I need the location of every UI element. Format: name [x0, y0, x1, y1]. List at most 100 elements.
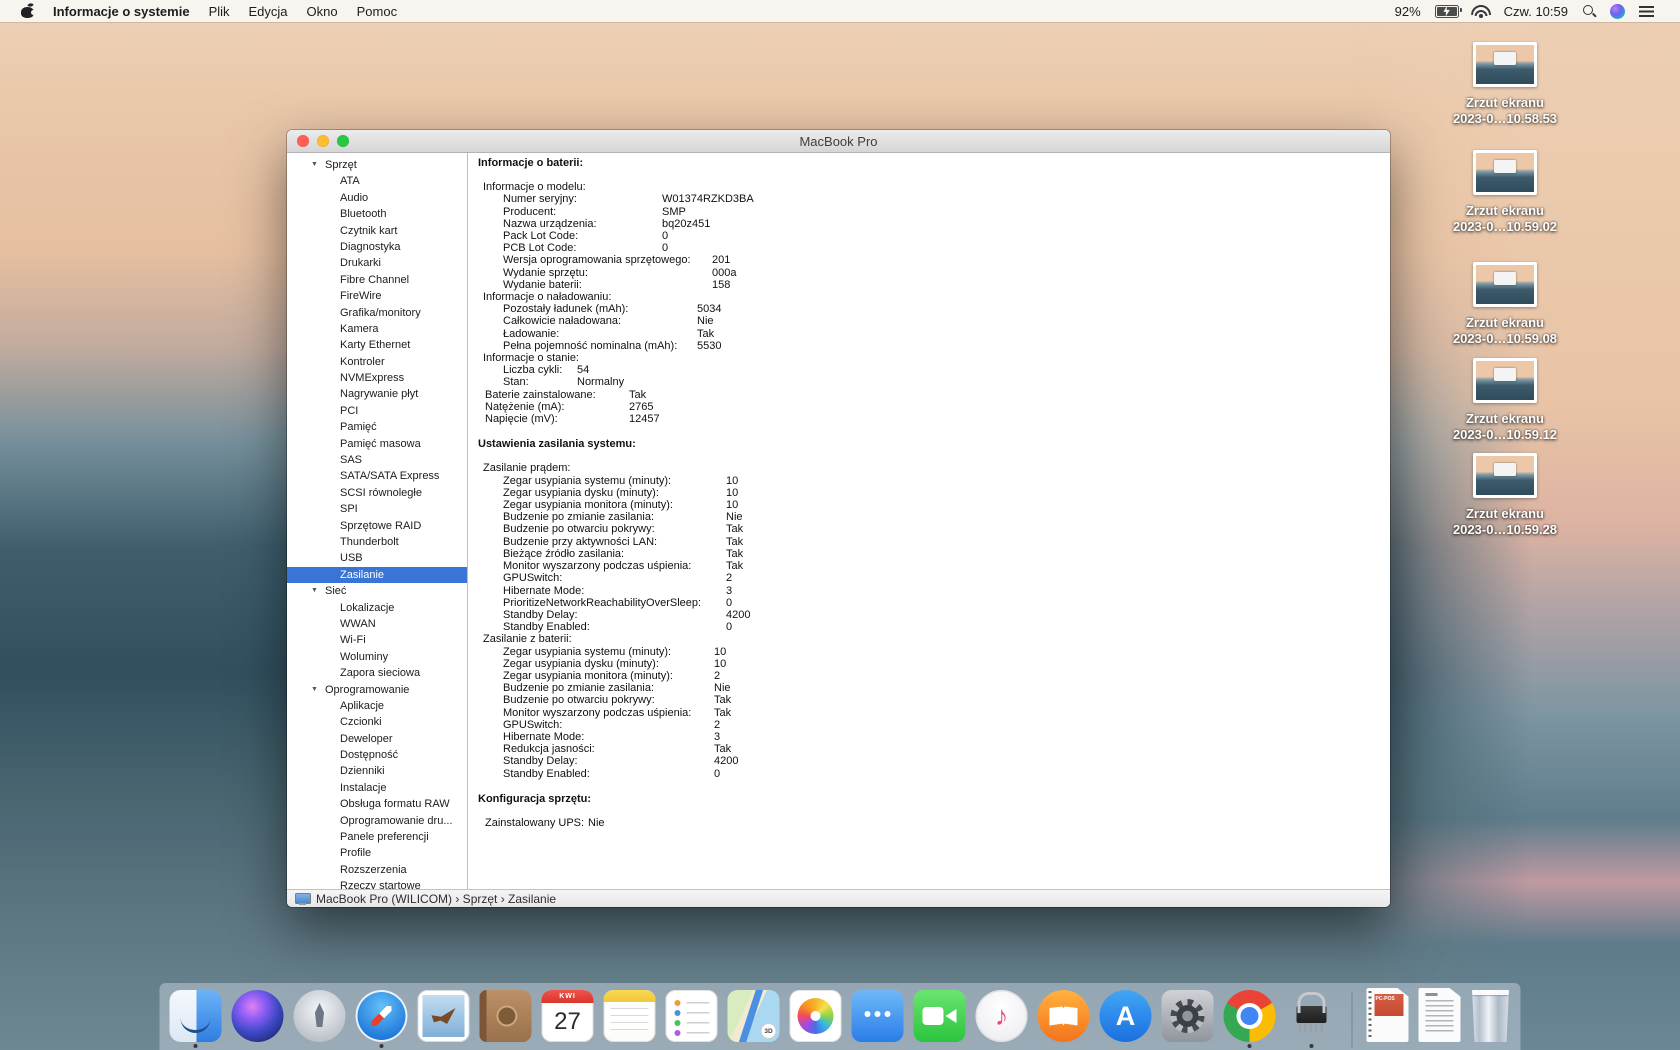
desktop-icon-screenshot[interactable]: Zrzut ekranu2023-0…10.59.02 — [1425, 150, 1585, 235]
launchpad-icon[interactable] — [294, 990, 346, 1042]
notes-icon[interactable] — [604, 990, 656, 1042]
disclosure-triangle-icon[interactable]: ▼ — [311, 682, 318, 698]
dock-item-system-information[interactable] — [1286, 990, 1338, 1048]
sidebar-section-siec[interactable]: ▼Sieć — [287, 583, 467, 599]
window-titlebar[interactable]: MacBook Pro — [287, 130, 1390, 153]
sidebar-item-kamera[interactable]: Kamera — [287, 321, 467, 337]
dock-item-notes[interactable] — [604, 990, 656, 1048]
sidebar-item-ata[interactable]: ATA — [287, 173, 467, 189]
trash-icon[interactable] — [1471, 990, 1511, 1042]
sidebar-item-obsluga-formatu-raw[interactable]: Obsługa formatu RAW — [287, 796, 467, 812]
disclosure-triangle-icon[interactable]: ▼ — [311, 157, 318, 173]
dock-item-messages[interactable] — [852, 990, 904, 1048]
battery-icon[interactable] — [1435, 5, 1459, 18]
desktop-icon-screenshot[interactable]: Zrzut ekranu2023-0…10.58.53 — [1425, 42, 1585, 127]
menu-item-plik[interactable]: Plik — [209, 4, 230, 19]
sidebar-item-pamiec-masowa[interactable]: Pamięć masowa — [287, 436, 467, 452]
dock-item-siri[interactable] — [232, 990, 284, 1048]
desktop-icon-screenshot[interactable]: Zrzut ekranu2023-0…10.59.28 — [1425, 453, 1585, 538]
sidebar-item-karty-ethernet[interactable]: Karty Ethernet — [287, 337, 467, 353]
dock-item-contacts[interactable] — [480, 990, 532, 1048]
sidebar-item-thunderbolt[interactable]: Thunderbolt — [287, 534, 467, 550]
siri-icon[interactable] — [1610, 4, 1625, 19]
document-text-icon[interactable] — [1419, 988, 1461, 1042]
facetime-icon[interactable] — [914, 990, 966, 1042]
sidebar-item-kontroler[interactable]: Kontroler — [287, 354, 467, 370]
dock-item-document-text[interactable] — [1419, 988, 1461, 1048]
sidebar-item-sas[interactable]: SAS — [287, 452, 467, 468]
sidebar-item-pamiec[interactable]: Pamięć — [287, 419, 467, 435]
sidebar-item-sprzetowe-raid[interactable]: Sprzętowe RAID — [287, 518, 467, 534]
sidebar-item-scsi-rownolegle[interactable]: SCSI równoległe — [287, 485, 467, 501]
system-information-icon[interactable] — [1286, 990, 1338, 1042]
dock-item-launchpad[interactable] — [294, 990, 346, 1048]
sidebar-item-spi[interactable]: SPI — [287, 501, 467, 517]
sidebar-item-wwan[interactable]: WWAN — [287, 616, 467, 632]
disclosure-triangle-icon[interactable]: ▼ — [311, 583, 318, 599]
books-icon[interactable] — [1038, 990, 1090, 1042]
sidebar-item-wi-fi[interactable]: Wi-Fi — [287, 632, 467, 648]
dock-item-maps[interactable]: 3D — [728, 990, 780, 1048]
dock-item-facetime[interactable] — [914, 990, 966, 1048]
dock-item-document-pcpos[interactable]: PC-POS — [1367, 988, 1409, 1048]
sidebar-item-czcionki[interactable]: Czcionki — [287, 714, 467, 730]
close-button[interactable] — [297, 135, 309, 147]
notification-center-icon[interactable] — [1639, 6, 1654, 17]
sidebar-item-fibre-channel[interactable]: Fibre Channel — [287, 272, 467, 288]
sidebar-item-dostepnosc[interactable]: Dostępność — [287, 747, 467, 763]
safari-icon[interactable] — [356, 990, 408, 1042]
dock-item-photos[interactable] — [790, 990, 842, 1048]
dock-item-books[interactable] — [1038, 990, 1090, 1048]
sidebar-item-deweloper[interactable]: Deweloper — [287, 731, 467, 747]
desktop-icon-screenshot[interactable]: Zrzut ekranu2023-0…10.59.08 — [1425, 262, 1585, 347]
dock-item-system-preferences[interactable] — [1162, 990, 1214, 1048]
maps-icon[interactable]: 3D — [728, 990, 780, 1042]
dock-item-itunes[interactable]: ♪ — [976, 990, 1028, 1048]
wifi-icon[interactable] — [1473, 5, 1490, 17]
sidebar-item-czytnik-kart[interactable]: Czytnik kart — [287, 223, 467, 239]
sidebar-item-rozszerzenia[interactable]: Rozszerzenia — [287, 862, 467, 878]
sidebar-item-woluminy[interactable]: Woluminy — [287, 649, 467, 665]
sidebar-item-audio[interactable]: Audio — [287, 190, 467, 206]
active-app-menu[interactable]: Informacje o systemie — [53, 4, 190, 19]
sidebar-item-panele-preferencji[interactable]: Panele preferencji — [287, 829, 467, 845]
spotlight-search-icon[interactable] — [1582, 4, 1596, 18]
zoom-button[interactable] — [337, 135, 349, 147]
sidebar-section-oprogramowanie[interactable]: ▼Oprogramowanie — [287, 682, 467, 698]
dock-item-reminders[interactable] — [666, 990, 718, 1048]
mail-icon[interactable] — [418, 990, 470, 1042]
dock-item-app-store[interactable]: A — [1100, 990, 1152, 1048]
calendar-icon[interactable]: KWI27 — [542, 990, 594, 1042]
chrome-icon[interactable] — [1224, 990, 1276, 1042]
menu-clock[interactable]: Czw. 10:59 — [1504, 4, 1568, 19]
menu-item-okno[interactable]: Okno — [307, 4, 338, 19]
document-pcpos-icon[interactable]: PC-POS — [1367, 988, 1409, 1042]
dock-item-finder[interactable] — [170, 990, 222, 1048]
menu-item-edycja[interactable]: Edycja — [249, 4, 288, 19]
dock-item-safari[interactable] — [356, 990, 408, 1048]
system-preferences-icon[interactable] — [1162, 990, 1214, 1042]
minimize-button[interactable] — [317, 135, 329, 147]
sidebar-item-zapora-sieciowa[interactable]: Zapora sieciowa — [287, 665, 467, 681]
desktop-icon-screenshot[interactable]: Zrzut ekranu2023-0…10.59.12 — [1425, 358, 1585, 443]
finder-icon[interactable] — [170, 990, 222, 1042]
sidebar-item-aplikacje[interactable]: Aplikacje — [287, 698, 467, 714]
sidebar-item-dzienniki[interactable]: Dzienniki — [287, 763, 467, 779]
sidebar-item-usb[interactable]: USB — [287, 550, 467, 566]
sidebar-item-pci[interactable]: PCI — [287, 403, 467, 419]
sidebar-item-drukarki[interactable]: Drukarki — [287, 255, 467, 271]
sidebar-item-rzeczy-startowe[interactable]: Rzeczy startowe — [287, 878, 467, 889]
messages-icon[interactable] — [852, 990, 904, 1042]
sidebar-item-grafika-monitory[interactable]: Grafika/monitory — [287, 305, 467, 321]
dock-item-trash[interactable] — [1471, 990, 1511, 1048]
sidebar-item-lokalizacje[interactable]: Lokalizacje — [287, 600, 467, 616]
apple-menu-icon[interactable] — [21, 3, 34, 19]
siri-icon[interactable] — [232, 990, 284, 1042]
photos-icon[interactable] — [790, 990, 842, 1042]
sidebar-item-nagrywanie-plyt[interactable]: Nagrywanie płyt — [287, 386, 467, 402]
app-store-icon[interactable]: A — [1100, 990, 1152, 1042]
sidebar-item-profile[interactable]: Profile — [287, 845, 467, 861]
sidebar-item-instalacje[interactable]: Instalacje — [287, 780, 467, 796]
content-pane[interactable]: Informacje o baterii:Informacje o modelu… — [468, 153, 1390, 889]
menu-item-pomoc[interactable]: Pomoc — [357, 4, 397, 19]
